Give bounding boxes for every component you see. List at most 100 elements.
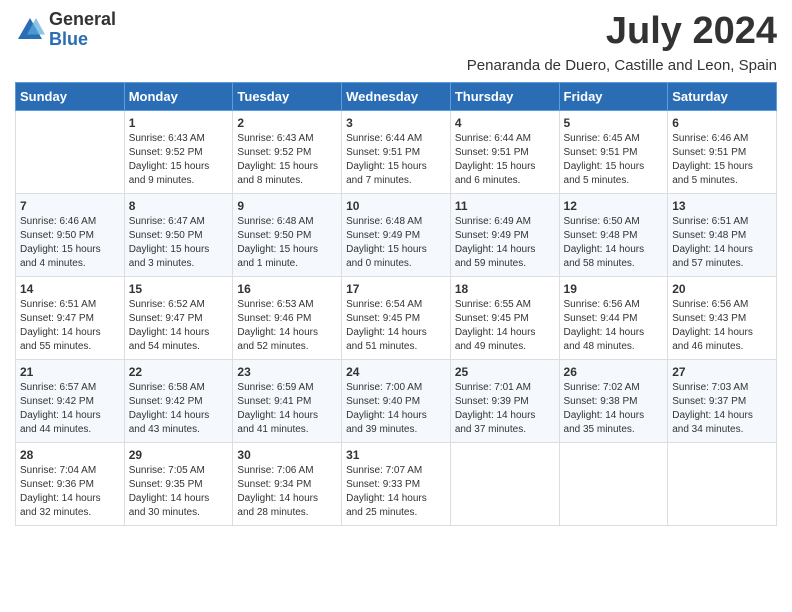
calendar-cell: 30 Sunrise: 7:06 AM Sunset: 9:34 PM Dayli… <box>233 443 342 526</box>
day-info: Sunrise: 6:52 AM Sunset: 9:47 PM Dayligh… <box>129 298 229 354</box>
day-info: Sunrise: 7:03 AM Sunset: 9:37 PM Dayligh… <box>672 381 772 437</box>
day-number: 12 <box>564 199 664 213</box>
day-info: Sunrise: 6:47 AM Sunset: 9:50 PM Dayligh… <box>129 215 229 271</box>
calendar-cell: 31 Sunrise: 7:07 AM Sunset: 9:33 PM Dayli… <box>342 443 451 526</box>
day-info: Sunrise: 6:56 AM Sunset: 9:44 PM Dayligh… <box>564 298 664 354</box>
calendar-cell: 16 Sunrise: 6:53 AM Sunset: 9:46 PM Dayli… <box>233 277 342 360</box>
day-info: Sunrise: 7:07 AM Sunset: 9:33 PM Dayligh… <box>346 464 446 520</box>
logo-blue: Blue <box>49 30 116 50</box>
calendar-cell: 24 Sunrise: 7:00 AM Sunset: 9:40 PM Dayli… <box>342 360 451 443</box>
calendar-week-row: 14 Sunrise: 6:51 AM Sunset: 9:47 PM Dayli… <box>16 277 777 360</box>
calendar-cell: 18 Sunrise: 6:55 AM Sunset: 9:45 PM Dayli… <box>450 277 559 360</box>
day-info: Sunrise: 6:48 AM Sunset: 9:49 PM Dayligh… <box>346 215 446 271</box>
day-number: 7 <box>20 199 120 213</box>
day-info: Sunrise: 6:56 AM Sunset: 9:43 PM Dayligh… <box>672 298 772 354</box>
logo-text: General Blue <box>49 10 116 50</box>
day-number: 15 <box>129 282 229 296</box>
calendar-cell: 17 Sunrise: 6:54 AM Sunset: 9:45 PM Dayli… <box>342 277 451 360</box>
day-number: 28 <box>20 448 120 462</box>
day-number: 26 <box>564 365 664 379</box>
day-info: Sunrise: 6:43 AM Sunset: 9:52 PM Dayligh… <box>129 132 229 188</box>
page-header: General Blue July 2024 <box>15 10 777 53</box>
calendar-cell <box>450 443 559 526</box>
day-number: 10 <box>346 199 446 213</box>
header-sunday: Sunday <box>16 83 125 111</box>
calendar-cell <box>16 111 125 194</box>
calendar-cell: 28 Sunrise: 7:04 AM Sunset: 9:36 PM Dayli… <box>16 443 125 526</box>
calendar-cell: 9 Sunrise: 6:48 AM Sunset: 9:50 PM Daylig… <box>233 194 342 277</box>
calendar-cell: 5Sunrise: 6:45 AM Sunset: 9:51 PM Daylig… <box>559 111 668 194</box>
day-number: 18 <box>455 282 555 296</box>
day-number: 27 <box>672 365 772 379</box>
day-number: 25 <box>455 365 555 379</box>
day-info: Sunrise: 6:57 AM Sunset: 9:42 PM Dayligh… <box>20 381 120 437</box>
calendar-cell: 2Sunrise: 6:43 AM Sunset: 9:52 PM Daylig… <box>233 111 342 194</box>
day-info: Sunrise: 7:00 AM Sunset: 9:40 PM Dayligh… <box>346 381 446 437</box>
calendar-cell: 6Sunrise: 6:46 AM Sunset: 9:51 PM Daylig… <box>668 111 777 194</box>
day-info: Sunrise: 7:02 AM Sunset: 9:38 PM Dayligh… <box>564 381 664 437</box>
calendar-week-row: 1Sunrise: 6:43 AM Sunset: 9:52 PM Daylig… <box>16 111 777 194</box>
header-thursday: Thursday <box>450 83 559 111</box>
header-saturday: Saturday <box>668 83 777 111</box>
calendar-cell: 23Sunrise: 6:59 AM Sunset: 9:41 PM Dayli… <box>233 360 342 443</box>
day-info: Sunrise: 6:49 AM Sunset: 9:49 PM Dayligh… <box>455 215 555 271</box>
calendar-header-row: SundayMondayTuesdayWednesdayThursdayFrid… <box>16 83 777 111</box>
day-info: Sunrise: 6:54 AM Sunset: 9:45 PM Dayligh… <box>346 298 446 354</box>
day-info: Sunrise: 6:51 AM Sunset: 9:47 PM Dayligh… <box>20 298 120 354</box>
day-info: Sunrise: 7:06 AM Sunset: 9:34 PM Dayligh… <box>237 464 337 520</box>
calendar-cell: 8 Sunrise: 6:47 AM Sunset: 9:50 PM Daylig… <box>124 194 233 277</box>
day-number: 20 <box>672 282 772 296</box>
day-number: 5 <box>564 116 664 130</box>
header-friday: Friday <box>559 83 668 111</box>
calendar-cell: 22Sunrise: 6:58 AM Sunset: 9:42 PM Dayli… <box>124 360 233 443</box>
logo-icon <box>15 15 45 45</box>
calendar-cell <box>559 443 668 526</box>
calendar-cell: 26 Sunrise: 7:02 AM Sunset: 9:38 PM Dayli… <box>559 360 668 443</box>
calendar-table: SundayMondayTuesdayWednesdayThursdayFrid… <box>15 82 777 526</box>
day-number: 17 <box>346 282 446 296</box>
calendar-week-row: 28 Sunrise: 7:04 AM Sunset: 9:36 PM Dayli… <box>16 443 777 526</box>
day-number: 3 <box>346 116 446 130</box>
calendar-cell: 1Sunrise: 6:43 AM Sunset: 9:52 PM Daylig… <box>124 111 233 194</box>
calendar-cell: 12 Sunrise: 6:50 AM Sunset: 9:48 PM Dayli… <box>559 194 668 277</box>
day-info: Sunrise: 7:04 AM Sunset: 9:36 PM Dayligh… <box>20 464 120 520</box>
day-number: 29 <box>129 448 229 462</box>
calendar-cell: 11Sunrise: 6:49 AM Sunset: 9:49 PM Dayli… <box>450 194 559 277</box>
day-number: 21 <box>20 365 120 379</box>
day-info: Sunrise: 6:46 AM Sunset: 9:50 PM Dayligh… <box>20 215 120 271</box>
day-number: 8 <box>129 199 229 213</box>
calendar-cell: 4Sunrise: 6:44 AM Sunset: 9:51 PM Daylig… <box>450 111 559 194</box>
header-tuesday: Tuesday <box>233 83 342 111</box>
calendar-cell: 25 Sunrise: 7:01 AM Sunset: 9:39 PM Dayli… <box>450 360 559 443</box>
day-number: 24 <box>346 365 446 379</box>
title-block: July 2024 <box>606 10 777 53</box>
day-info: Sunrise: 6:48 AM Sunset: 9:50 PM Dayligh… <box>237 215 337 271</box>
month-title: July 2024 <box>606 10 777 53</box>
day-info: Sunrise: 6:53 AM Sunset: 9:46 PM Dayligh… <box>237 298 337 354</box>
day-number: 14 <box>20 282 120 296</box>
day-info: Sunrise: 6:43 AM Sunset: 9:52 PM Dayligh… <box>237 132 337 188</box>
day-number: 16 <box>237 282 337 296</box>
logo: General Blue <box>15 10 116 50</box>
day-number: 13 <box>672 199 772 213</box>
calendar-cell: 13Sunrise: 6:51 AM Sunset: 9:48 PM Dayli… <box>668 194 777 277</box>
calendar-week-row: 7 Sunrise: 6:46 AM Sunset: 9:50 PM Daylig… <box>16 194 777 277</box>
day-number: 31 <box>346 448 446 462</box>
calendar-cell: 14 Sunrise: 6:51 AM Sunset: 9:47 PM Dayli… <box>16 277 125 360</box>
location-subtitle: Penaranda de Duero, Castille and Leon, S… <box>15 57 777 74</box>
calendar-cell: 7 Sunrise: 6:46 AM Sunset: 9:50 PM Daylig… <box>16 194 125 277</box>
calendar-cell: 19Sunrise: 6:56 AM Sunset: 9:44 PM Dayli… <box>559 277 668 360</box>
calendar-cell: 10 Sunrise: 6:48 AM Sunset: 9:49 PM Dayli… <box>342 194 451 277</box>
day-info: Sunrise: 6:55 AM Sunset: 9:45 PM Dayligh… <box>455 298 555 354</box>
header-wednesday: Wednesday <box>342 83 451 111</box>
day-info: Sunrise: 6:50 AM Sunset: 9:48 PM Dayligh… <box>564 215 664 271</box>
day-info: Sunrise: 7:01 AM Sunset: 9:39 PM Dayligh… <box>455 381 555 437</box>
day-info: Sunrise: 6:46 AM Sunset: 9:51 PM Dayligh… <box>672 132 772 188</box>
day-number: 4 <box>455 116 555 130</box>
day-number: 9 <box>237 199 337 213</box>
calendar-cell: 15 Sunrise: 6:52 AM Sunset: 9:47 PM Dayli… <box>124 277 233 360</box>
calendar-cell: 29Sunrise: 7:05 AM Sunset: 9:35 PM Dayli… <box>124 443 233 526</box>
calendar-week-row: 21 Sunrise: 6:57 AM Sunset: 9:42 PM Dayli… <box>16 360 777 443</box>
day-info: Sunrise: 6:58 AM Sunset: 9:42 PM Dayligh… <box>129 381 229 437</box>
day-number: 30 <box>237 448 337 462</box>
